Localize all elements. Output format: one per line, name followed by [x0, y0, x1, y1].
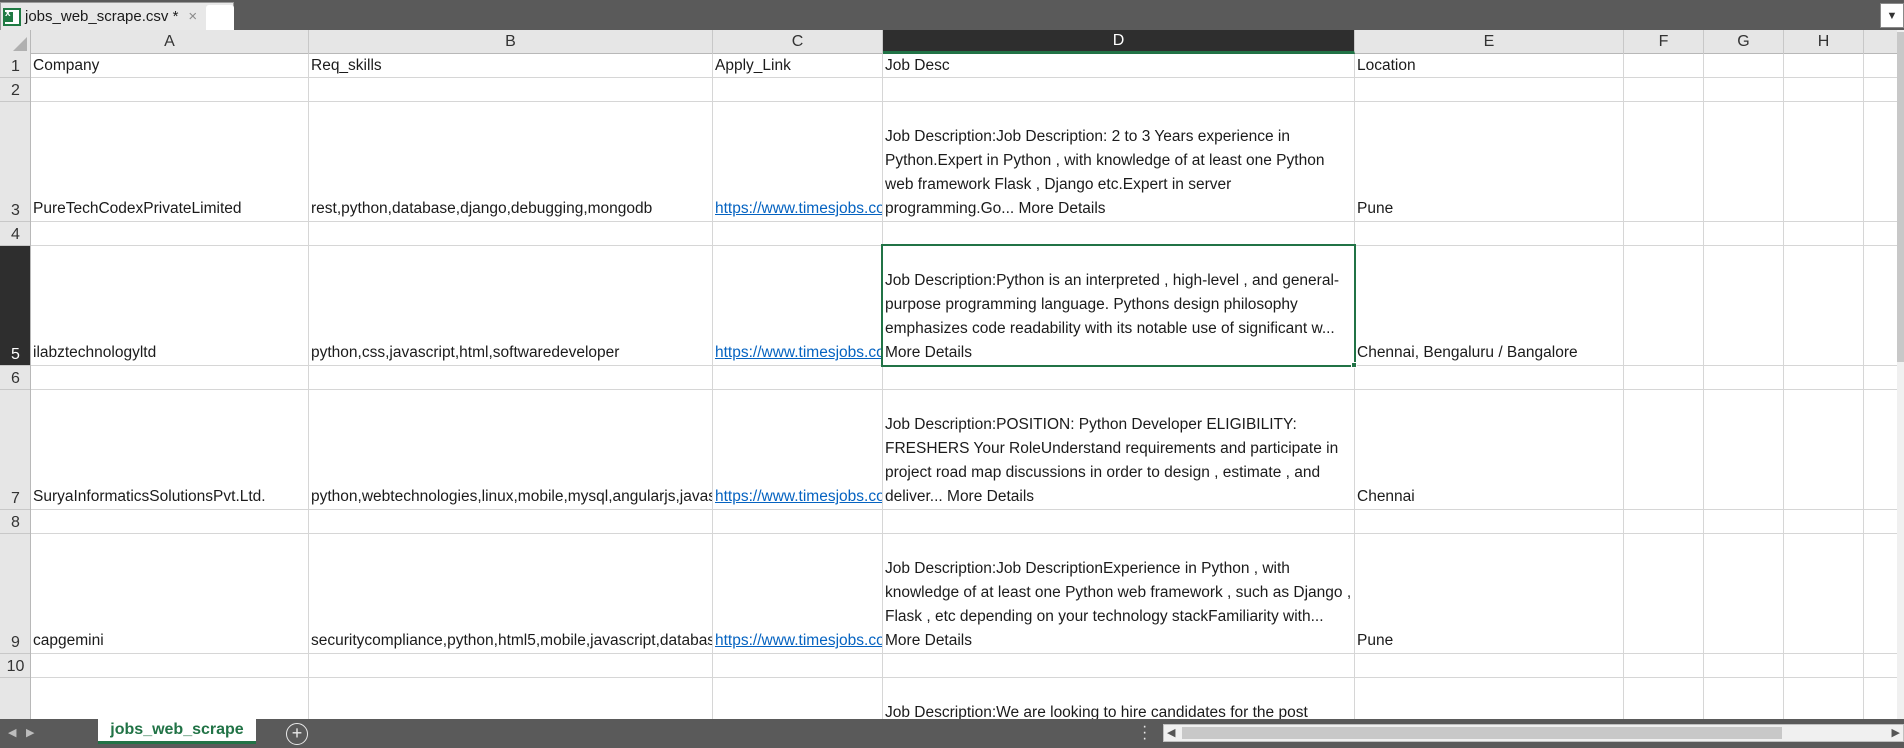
scroll-left-icon[interactable]: ◀ — [1167, 725, 1175, 741]
column-header-b[interactable]: B — [309, 30, 713, 54]
sheet-tab-jobs-web-scrape[interactable]: jobs_web_scrape — [98, 719, 256, 744]
fill-handle[interactable] — [1351, 362, 1357, 368]
cell-a7[interactable]: SuryaInformaticsSolutionsPvt.Ltd. — [31, 390, 308, 509]
cell-e5[interactable]: Chennai, Bengaluru / Bangalore — [1355, 246, 1623, 365]
scroll-right-icon[interactable]: ▶ — [1892, 725, 1900, 741]
active-cell-selection — [881, 244, 1356, 367]
cell-a3[interactable]: PureTechCodexPrivateLimited — [31, 102, 308, 221]
sheet-tab-label: jobs_web_scrape — [110, 721, 244, 738]
cell-d3[interactable]: Job Description:Job Description: 2 to 3 … — [883, 102, 1354, 221]
column-header-d[interactable]: D — [883, 30, 1355, 54]
row-header-9[interactable]: 9 — [0, 534, 30, 654]
column-header-row: A B C D E F G H — [0, 30, 1904, 54]
file-tab-name: jobs_web_scrape.csv * — [25, 8, 179, 25]
cell-b7[interactable]: python,webtechnologies,linux,mobile,mysq… — [309, 390, 712, 509]
cell-a5[interactable]: ilabztechnologyltd — [31, 246, 308, 365]
row-header-3[interactable]: 3 — [0, 102, 30, 222]
column-header-e[interactable]: E — [1355, 30, 1624, 54]
vertical-scrollbar[interactable] — [1897, 30, 1904, 719]
file-tab[interactable]: jobs_web_scrape.csv * × — [0, 2, 234, 30]
column-header-c[interactable]: C — [713, 30, 883, 54]
cell-a1[interactable]: Company — [31, 54, 308, 78]
cell-e9[interactable]: Pune — [1355, 534, 1623, 653]
select-all-corner[interactable] — [0, 30, 31, 54]
row-header-2[interactable]: 2 — [0, 78, 30, 102]
cell-a9[interactable]: capgemini — [31, 534, 308, 653]
row-header-10[interactable]: 10 — [0, 654, 30, 678]
cell-b9[interactable]: securitycompliance,python,html5,mobile,j… — [309, 534, 712, 653]
excel-file-icon — [3, 7, 21, 26]
row-header-column: 1 2 3 4 5 6 7 8 9 10 — [0, 54, 31, 719]
vertical-scroll-thumb[interactable] — [1897, 32, 1904, 362]
cell-c5-link[interactable]: https://www.timesjobs.com/job-detail/ — [713, 246, 882, 365]
column-header-g[interactable]: G — [1704, 30, 1784, 54]
cell-c3-link[interactable]: https://www.timesjobs.com/job-detail/ — [713, 102, 882, 221]
horizontal-scrollbar[interactable]: ◀ ▶ — [1163, 724, 1904, 742]
cell-e3[interactable]: Pune — [1355, 102, 1623, 221]
cell-c1[interactable]: Apply_Link — [713, 54, 882, 78]
row-header-6[interactable]: 6 — [0, 366, 30, 390]
tab-list-dropdown-icon[interactable]: ▼ — [1880, 3, 1904, 28]
cell-d1[interactable]: Job Desc — [883, 54, 1354, 78]
row-header-7[interactable]: 7 — [0, 390, 30, 510]
spreadsheet-grid[interactable]: Company Req_skills Apply_Link Job Desc L… — [31, 54, 1897, 719]
sheet-tab-bar: ◀ ▶ jobs_web_scrape + · · · ◀ ▶ — [0, 719, 1904, 748]
cell-c7-link[interactable]: https://www.timesjobs.com/job-detail/ — [713, 390, 882, 509]
cell-d7[interactable]: Job Description:POSITION: Python Develop… — [883, 390, 1354, 509]
cell-b3[interactable]: rest,python,database,django,debugging,mo… — [309, 102, 712, 221]
cell-d11[interactable]: Job Description:We are looking to hire c… — [883, 701, 1354, 719]
close-tab-icon[interactable]: × — [188, 8, 197, 25]
cell-e1[interactable]: Location — [1355, 54, 1623, 78]
cell-e7[interactable]: Chennai — [1355, 390, 1623, 509]
cell-b5[interactable]: python,css,javascript,html,softwaredevel… — [309, 246, 712, 365]
row-header-1[interactable]: 1 — [0, 54, 30, 78]
cell-c9-link[interactable]: https://www.timesjobs.com/job-detail/ — [713, 534, 882, 653]
next-sheet-icon[interactable]: ▶ — [26, 726, 34, 739]
more-options-icon[interactable]: · · · — [1142, 719, 1147, 747]
horizontal-scroll-thumb[interactable] — [1182, 727, 1782, 739]
row-header-8[interactable]: 8 — [0, 510, 30, 534]
prev-sheet-icon[interactable]: ◀ — [8, 726, 16, 739]
cell-b1[interactable]: Req_skills — [309, 54, 712, 78]
add-sheet-icon[interactable]: + — [286, 723, 308, 745]
file-tab-strip: jobs_web_scrape.csv * × ▼ — [0, 0, 1904, 30]
row-header-5[interactable]: 5 — [0, 246, 30, 366]
column-header-f[interactable]: F — [1624, 30, 1704, 54]
column-header-a[interactable]: A — [31, 30, 309, 54]
row-header-4[interactable]: 4 — [0, 222, 30, 246]
select-all-triangle-icon — [13, 37, 27, 51]
column-header-h[interactable]: H — [1784, 30, 1864, 54]
new-tab-button[interactable] — [206, 5, 234, 30]
cell-d9[interactable]: Job Description:Job DescriptionExperienc… — [883, 534, 1354, 653]
